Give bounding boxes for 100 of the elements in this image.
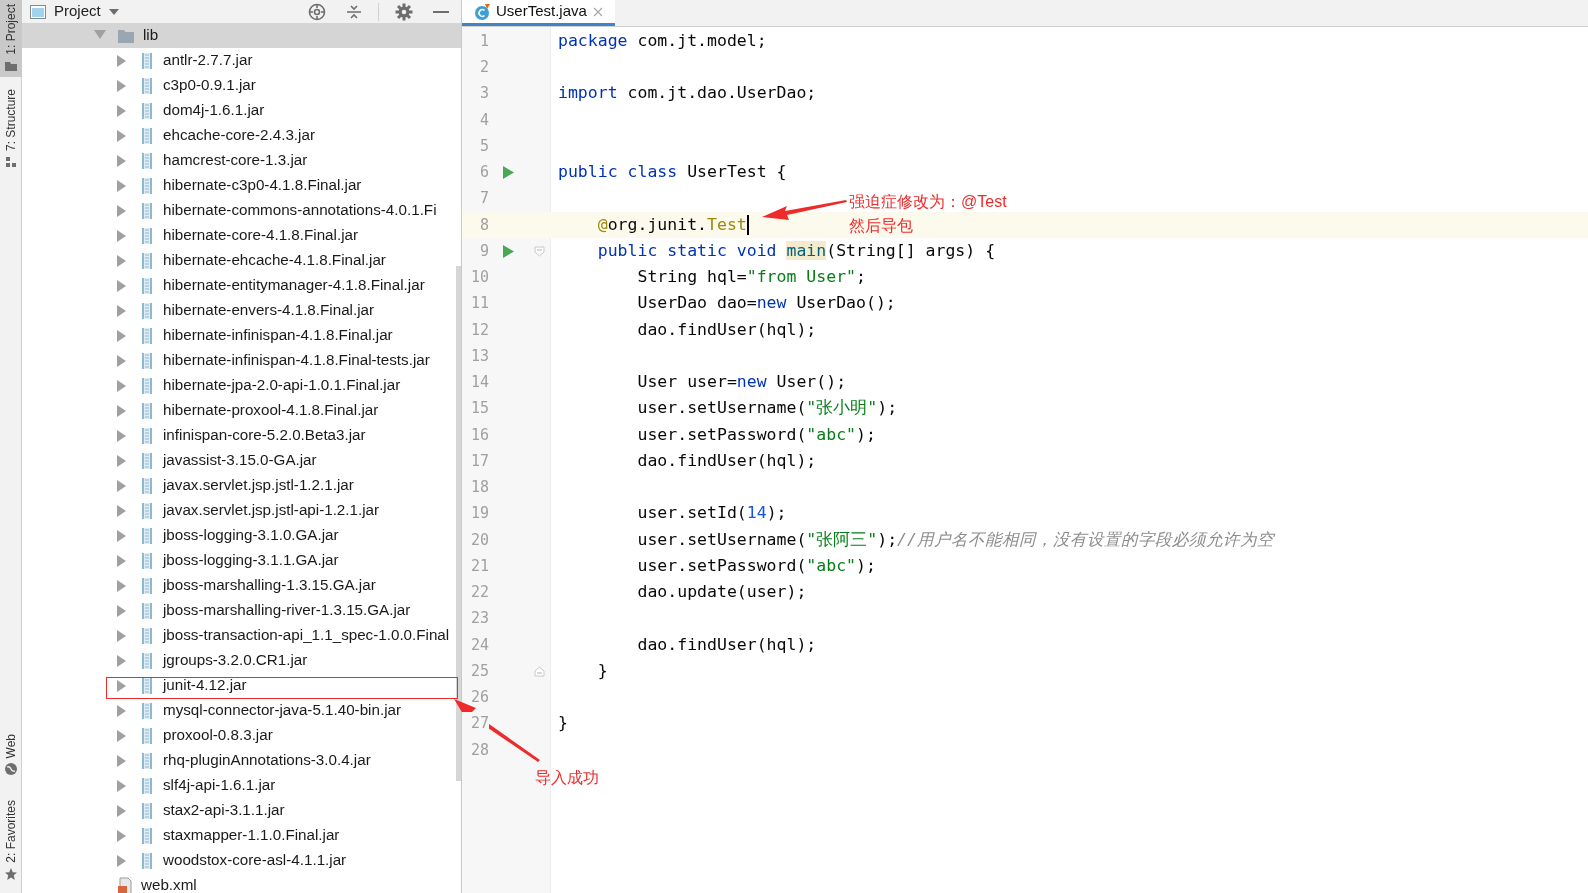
tree-item[interactable]: javax.servlet.jsp.jstl-api-1.2.1.jar [163, 499, 380, 522]
collapsed-arrow-icon[interactable] [116, 654, 128, 667]
collapsed-arrow-icon[interactable] [116, 404, 128, 417]
tree-item[interactable]: proxool-0.8.3.jar [163, 724, 273, 747]
tree-item[interactable]: hibernate-commons-annotations-4.0.1.Fi [163, 199, 437, 222]
run-icon[interactable] [502, 244, 514, 258]
tree-item[interactable]: hibernate-jpa-2.0-api-1.0.1.Final.jar [163, 374, 401, 397]
run-icon[interactable] [502, 165, 514, 179]
code-line: user.setUsername("张阿三");//用户名不能相同，没有设置的字段必须允许为空 [636, 528, 1274, 551]
tool-window-button[interactable]: 7: Structure [0, 84, 22, 173]
collapsed-arrow-icon[interactable] [116, 554, 128, 567]
tree-item[interactable]: javassist-3.15.0-GA.jar [163, 449, 317, 472]
star-icon [4, 867, 18, 881]
collapsed-arrow-icon[interactable] [116, 329, 128, 342]
collapse-all-icon[interactable] [346, 3, 362, 20]
archive-icon [139, 351, 155, 370]
tree-item[interactable]: hibernate-ehcache-4.1.8.Final.jar [163, 249, 386, 272]
code-line: user.setPassword("abc"); [636, 554, 876, 577]
tree-item[interactable]: hibernate-envers-4.1.8.Final.jar [163, 299, 375, 322]
tree-item[interactable]: staxmapper-1.1.0.Final.jar [163, 824, 340, 847]
collapsed-arrow-icon[interactable] [116, 529, 128, 542]
tree-item[interactable]: jgroups-3.2.0.CR1.jar [163, 649, 308, 672]
annotation-note: 导入成功 [535, 768, 599, 788]
collapsed-arrow-icon[interactable] [116, 754, 128, 767]
collapsed-arrow-icon[interactable] [116, 129, 128, 142]
tree-item[interactable]: stax2-api-3.1.1.jar [163, 799, 285, 822]
collapsed-arrow-icon[interactable] [116, 479, 128, 492]
tree-item[interactable]: javax.servlet.jsp.jstl-1.2.1.jar [163, 474, 354, 497]
tree-item[interactable]: antlr-2.7.7.jar [163, 49, 253, 72]
tree-item[interactable]: slf4j-api-1.6.1.jar [163, 774, 276, 797]
scrollbar-thumb[interactable] [456, 266, 461, 781]
code-line: dao.findUser(hql); [636, 449, 817, 472]
tree-item[interactable]: hamcrest-core-1.3.jar [163, 149, 308, 172]
tree-item[interactable]: hibernate-entitymanager-4.1.8.Final.jar [163, 274, 425, 297]
selected-row[interactable]: lib [22, 23, 461, 48]
tree-item[interactable]: jboss-transaction-api_1.1_spec-1.0.0.Final [163, 624, 450, 647]
collapsed-arrow-icon[interactable] [116, 854, 128, 867]
collapsed-arrow-icon[interactable] [116, 229, 128, 242]
collapsed-arrow-icon[interactable] [116, 304, 128, 317]
collapsed-arrow-icon[interactable] [116, 254, 128, 267]
tree-item[interactable]: hibernate-infinispan-4.1.8.Final.jar [163, 324, 393, 347]
collapsed-arrow-icon[interactable] [116, 179, 128, 192]
tree-item[interactable]: hibernate-proxool-4.1.8.Final.jar [163, 399, 379, 422]
code-line: public class UserTest { [558, 161, 787, 183]
tool-window-button[interactable]: 1: Project [0, 0, 22, 77]
collapsed-arrow-icon[interactable] [116, 504, 128, 517]
collapsed-arrow-icon[interactable] [116, 579, 128, 592]
collapsed-arrow-icon[interactable] [116, 104, 128, 117]
tree-item[interactable]: rhq-pluginAnnotations-3.0.4.jar [163, 749, 371, 772]
code-line: @org.junit.Test [596, 213, 747, 236]
fold-icon[interactable] [533, 665, 545, 677]
tree-item[interactable]: infinispan-core-5.2.0.Beta3.jar [163, 424, 366, 447]
code-line: String hql="from User"; [636, 266, 866, 288]
fold-icon[interactable] [533, 245, 545, 257]
tree-item[interactable]: jboss-marshalling-1.3.15.GA.jar [163, 574, 376, 597]
archive-icon [139, 501, 155, 520]
collapsed-arrow-icon[interactable] [116, 54, 128, 67]
locate-icon[interactable] [308, 2, 326, 21]
tree-item[interactable]: mysql-connector-java-5.1.40-bin.jar [163, 699, 402, 722]
collapsed-arrow-icon[interactable] [116, 704, 128, 717]
archive-icon [139, 401, 155, 420]
tree-item[interactable]: lib [143, 24, 159, 47]
tree-item[interactable]: ehcache-core-2.4.3.jar [163, 124, 315, 147]
tree-item[interactable]: hibernate-c3p0-4.1.8.Final.jar [163, 174, 362, 197]
collapsed-arrow-icon[interactable] [116, 829, 128, 842]
collapsed-arrow-icon[interactable] [116, 379, 128, 392]
collapsed-arrow-icon[interactable] [116, 429, 128, 442]
collapsed-arrow-icon[interactable] [116, 804, 128, 817]
tree-item[interactable]: jboss-logging-3.1.1.GA.jar [163, 549, 339, 572]
tree-item[interactable]: junit-4.12.jar [163, 674, 247, 697]
tool-window-button[interactable]: Web [0, 729, 22, 781]
collapsed-arrow-icon[interactable] [116, 629, 128, 642]
tree-item[interactable]: jboss-logging-3.1.0.GA.jar [163, 524, 339, 547]
collapsed-arrow-icon[interactable] [116, 354, 128, 367]
tree-item[interactable]: c3p0-0.9.1.jar [163, 74, 256, 97]
tree-item[interactable]: woodstox-core-asl-4.1.1.jar [163, 849, 347, 872]
tree-item[interactable]: jboss-marshalling-river-1.3.15.GA.jar [163, 599, 411, 622]
collapsed-arrow-icon[interactable] [116, 729, 128, 742]
panel-title[interactable]: Project [54, 0, 101, 23]
collapsed-arrow-icon[interactable] [116, 779, 128, 792]
collapsed-arrow-icon[interactable] [116, 604, 128, 617]
editor-tab[interactable]: UserTest.java [462, 0, 615, 26]
collapsed-arrow-icon[interactable] [116, 279, 128, 292]
tree-item[interactable]: dom4j-1.6.1.jar [163, 99, 265, 122]
close-icon[interactable] [592, 6, 603, 17]
archive-icon [139, 226, 155, 245]
collapsed-arrow-icon[interactable] [116, 154, 128, 167]
settings-icon[interactable] [395, 2, 413, 21]
collapsed-arrow-icon[interactable] [116, 454, 128, 467]
line-number: 28 [469, 739, 489, 761]
tool-window-button[interactable]: 2: Favorites [0, 796, 22, 885]
collapsed-arrow-icon[interactable] [116, 679, 128, 692]
tree-item[interactable]: web.xml [141, 874, 197, 893]
tree-item[interactable]: hibernate-infinispan-4.1.8.Final-tests.jar [163, 349, 430, 372]
line-number: 8 [478, 214, 489, 236]
collapsed-arrow-icon[interactable] [116, 79, 128, 92]
tree-item[interactable]: hibernate-core-4.1.8.Final.jar [163, 224, 358, 247]
dropdown-icon[interactable] [108, 8, 119, 15]
line-number: 15 [469, 398, 489, 420]
collapsed-arrow-icon[interactable] [116, 204, 128, 217]
